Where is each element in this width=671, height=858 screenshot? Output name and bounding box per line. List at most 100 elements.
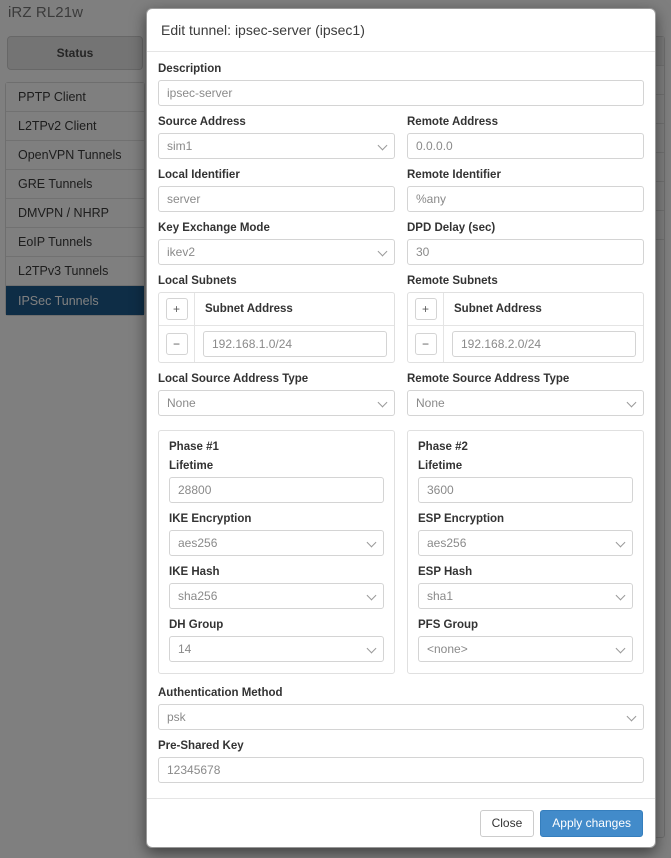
field-group-remote-subnets: Remote Subnets + Subnet Address − 192.16… bbox=[407, 274, 644, 363]
pre-shared-key-input[interactable]: 12345678 bbox=[158, 757, 644, 783]
apply-changes-button[interactable]: Apply changes bbox=[540, 809, 643, 837]
dpd-delay-label: DPD Delay (sec) bbox=[407, 222, 496, 234]
chevron-down-icon bbox=[615, 643, 626, 654]
field-group-local-source-address-type: Local Source Address Type None bbox=[158, 372, 395, 416]
plus-icon: + bbox=[165, 298, 188, 320]
remote-identifier-label: Remote Identifier bbox=[407, 169, 501, 181]
key-exchange-mode-select[interactable]: ikev2 bbox=[158, 239, 395, 265]
source-address-select[interactable]: sim1 bbox=[158, 133, 395, 159]
key-exchange-mode-label: Key Exchange Mode bbox=[158, 222, 270, 234]
field-group-esp-hash: ESP Hash sha1 bbox=[418, 565, 633, 609]
ike-hash-select[interactable]: sha256 bbox=[169, 583, 384, 609]
source-address-value: sim1 bbox=[167, 139, 193, 153]
chevron-down-icon bbox=[377, 246, 388, 257]
authentication-method-select[interactable]: psk bbox=[158, 704, 644, 730]
field-group-authentication-method: Authentication Method psk bbox=[158, 686, 644, 730]
pfs-group-label: PFS Group bbox=[418, 619, 479, 631]
field-group-dpd-delay: DPD Delay (sec) 30 bbox=[407, 221, 644, 265]
field-group-description: Description ipsec-server bbox=[158, 62, 644, 106]
phase1-panel: Phase #1 Lifetime 28800 IKE Encryption a… bbox=[158, 430, 395, 674]
dh-group-value: 14 bbox=[178, 642, 192, 656]
ike-encryption-select[interactable]: aes256 bbox=[169, 530, 384, 556]
modal-header: Edit tunnel: ipsec-server (ipsec1) bbox=[147, 9, 655, 52]
remote-address-label: Remote Address bbox=[407, 116, 498, 128]
local-subnet-remove-button[interactable]: − bbox=[159, 326, 195, 362]
field-group-source-address: Source Address sim1 bbox=[158, 115, 395, 159]
edit-tunnel-modal: Edit tunnel: ipsec-server (ipsec1) Descr… bbox=[146, 8, 656, 848]
subnets-row: Local Subnets + Subnet Address − 192.168… bbox=[158, 274, 644, 363]
phase-panels-row: Phase #1 Lifetime 28800 IKE Encryption a… bbox=[158, 430, 644, 674]
local-source-address-type-value: None bbox=[167, 396, 196, 410]
local-subnet-input[interactable]: 192.168.1.0/24 bbox=[203, 331, 387, 357]
chevron-down-icon bbox=[626, 711, 637, 722]
description-label: Description bbox=[158, 63, 222, 75]
minus-icon: − bbox=[414, 333, 437, 355]
chevron-down-icon bbox=[377, 140, 388, 151]
field-group-ike-encryption: IKE Encryption aes256 bbox=[169, 512, 384, 556]
local-subnets-entry-row: − 192.168.1.0/24 bbox=[159, 326, 394, 362]
chevron-down-icon bbox=[626, 397, 637, 408]
remote-address-input[interactable]: 0.0.0.0 bbox=[407, 133, 644, 159]
remote-subnet-add-button[interactable]: + bbox=[408, 293, 444, 325]
phase1-title: Phase #1 bbox=[169, 441, 219, 453]
local-subnet-cell: 192.168.1.0/24 bbox=[195, 326, 394, 362]
local-subnets-table: + Subnet Address − 192.168.1.0/24 bbox=[158, 292, 395, 363]
phase1-lifetime-input[interactable]: 28800 bbox=[169, 477, 384, 503]
chevron-down-icon bbox=[366, 537, 377, 548]
close-button[interactable]: Close bbox=[479, 809, 535, 837]
local-source-address-type-select[interactable]: None bbox=[158, 390, 395, 416]
authentication-method-value: psk bbox=[167, 710, 186, 724]
local-subnets-header-row: + Subnet Address bbox=[159, 293, 394, 326]
phase2-title: Phase #2 bbox=[418, 441, 468, 453]
chevron-down-icon bbox=[377, 397, 388, 408]
ike-hash-value: sha256 bbox=[178, 589, 218, 603]
remote-subnets-entry-row: − 192.168.2.0/24 bbox=[408, 326, 643, 362]
ike-encryption-label: IKE Encryption bbox=[169, 513, 252, 525]
modal-footer: Close Apply changes bbox=[147, 798, 655, 847]
esp-hash-value: sha1 bbox=[427, 589, 454, 603]
esp-encryption-value: aes256 bbox=[427, 536, 467, 550]
esp-encryption-select[interactable]: aes256 bbox=[418, 530, 633, 556]
remote-subnets-table: + Subnet Address − 192.168.2.0/24 bbox=[407, 292, 644, 363]
phase2-panel: Phase #2 Lifetime 3600 ESP Encryption ae… bbox=[407, 430, 644, 674]
local-source-address-type-label: Local Source Address Type bbox=[158, 373, 309, 385]
address-row: Source Address sim1 Remote Address 0.0.0… bbox=[158, 115, 644, 159]
field-group-pfs-group: PFS Group <none> bbox=[418, 618, 633, 662]
local-subnets-column-header: Subnet Address bbox=[205, 303, 293, 315]
ike-encryption-value: aes256 bbox=[178, 536, 218, 550]
remote-subnet-cell: 192.168.2.0/24 bbox=[444, 326, 643, 362]
modal-body: Description ipsec-server Source Address … bbox=[147, 52, 655, 798]
pfs-group-select[interactable]: <none> bbox=[418, 636, 633, 662]
local-identifier-input[interactable]: server bbox=[158, 186, 395, 212]
dh-group-label: DH Group bbox=[169, 619, 224, 631]
modal-title: Edit tunnel: ipsec-server (ipsec1) bbox=[161, 22, 365, 38]
chevron-down-icon bbox=[366, 643, 377, 654]
phase2-panel-wrap: Phase #2 Lifetime 3600 ESP Encryption ae… bbox=[407, 430, 644, 674]
field-group-pre-shared-key: Pre-Shared Key 12345678 bbox=[158, 739, 644, 783]
dh-group-select[interactable]: 14 bbox=[169, 636, 384, 662]
identifier-row: Local Identifier server Remote Identifie… bbox=[158, 168, 644, 212]
remote-subnets-header-row: + Subnet Address bbox=[408, 293, 643, 326]
remote-source-address-type-value: None bbox=[416, 396, 445, 410]
esp-hash-select[interactable]: sha1 bbox=[418, 583, 633, 609]
phase2-lifetime-input[interactable]: 3600 bbox=[418, 477, 633, 503]
field-group-remote-source-address-type: Remote Source Address Type None bbox=[407, 372, 644, 416]
local-subnet-add-button[interactable]: + bbox=[159, 293, 195, 325]
pre-shared-key-label: Pre-Shared Key bbox=[158, 740, 244, 752]
phase1-panel-wrap: Phase #1 Lifetime 28800 IKE Encryption a… bbox=[158, 430, 395, 674]
description-input[interactable]: ipsec-server bbox=[158, 80, 644, 106]
pfs-group-value: <none> bbox=[427, 642, 468, 656]
remote-subnet-remove-button[interactable]: − bbox=[408, 326, 444, 362]
field-group-remote-identifier: Remote Identifier %any bbox=[407, 168, 644, 212]
esp-hash-label: ESP Hash bbox=[418, 566, 473, 578]
remote-source-address-type-label: Remote Source Address Type bbox=[407, 373, 570, 385]
field-group-key-exchange-mode: Key Exchange Mode ikev2 bbox=[158, 221, 395, 265]
remote-source-address-type-select[interactable]: None bbox=[407, 390, 644, 416]
phase1-lifetime-label: Lifetime bbox=[169, 460, 214, 472]
remote-subnet-input[interactable]: 192.168.2.0/24 bbox=[452, 331, 636, 357]
field-group-phase2-lifetime: Lifetime 3600 bbox=[418, 459, 633, 503]
dpd-delay-input[interactable]: 30 bbox=[407, 239, 644, 265]
remote-identifier-input[interactable]: %any bbox=[407, 186, 644, 212]
chevron-down-icon bbox=[615, 537, 626, 548]
remote-subnets-column-header: Subnet Address bbox=[454, 303, 542, 315]
